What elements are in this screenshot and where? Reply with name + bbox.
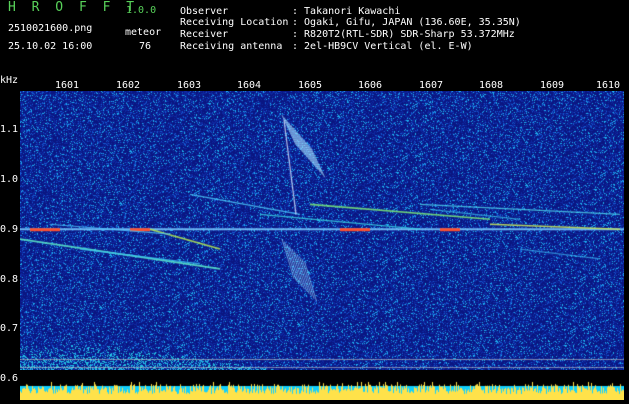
- x-tick-label: 1607: [418, 80, 444, 91]
- y-tick-label: 0.6: [0, 373, 19, 384]
- signal-level-canvas: [20, 370, 624, 400]
- meteor-count: 76: [139, 41, 152, 52]
- x-tick-label: 1606: [357, 80, 383, 91]
- app-version: 1.0.0: [126, 5, 157, 16]
- x-tick-label: 1602: [115, 80, 141, 91]
- meteor-label: meteor: [125, 27, 162, 38]
- receiver-label: Receiver: [180, 29, 229, 40]
- spectrogram-display: [20, 91, 624, 370]
- y-tick-label: 0.7: [0, 323, 19, 334]
- file-name: 2510021600.png: [8, 23, 93, 34]
- x-tick-label: 1603: [176, 80, 202, 91]
- y-tick-label: 0.8: [0, 274, 19, 285]
- location-label: Receiving Location: [180, 17, 289, 28]
- y-tick-label: 0.9: [0, 224, 19, 235]
- location-value: : Ogaki, Gifu, JAPAN (136.60E, 35.35N): [292, 17, 521, 28]
- y-tick-label: 1.1: [0, 124, 19, 135]
- observer-label: Observer: [180, 6, 229, 17]
- observer-value: : Takanori Kawachi: [292, 6, 401, 17]
- axis-unit-label: kHz: [0, 75, 19, 86]
- x-tick-label: 1608: [478, 80, 504, 91]
- x-tick-label: 1609: [539, 80, 565, 91]
- signal-level-strip: [20, 370, 624, 400]
- antenna-value: : 2el-HB9CV Vertical (el. E-W): [292, 41, 473, 52]
- spectrogram-canvas: [20, 91, 624, 370]
- x-tick-label: 1601: [54, 80, 80, 91]
- x-tick-label: 1605: [297, 80, 323, 91]
- y-tick-label: 1.0: [0, 174, 19, 185]
- app-title: H R O F F T: [8, 0, 139, 15]
- receiver-value: : R820T2(RTL-SDR) SDR-Sharp 53.372MHz: [292, 29, 515, 40]
- x-tick-label: 1604: [236, 80, 262, 91]
- capture-datetime: 25.10.02 16:00: [8, 41, 93, 52]
- x-tick-label: 1610: [595, 80, 621, 91]
- antenna-label: Receiving antenna: [180, 41, 283, 52]
